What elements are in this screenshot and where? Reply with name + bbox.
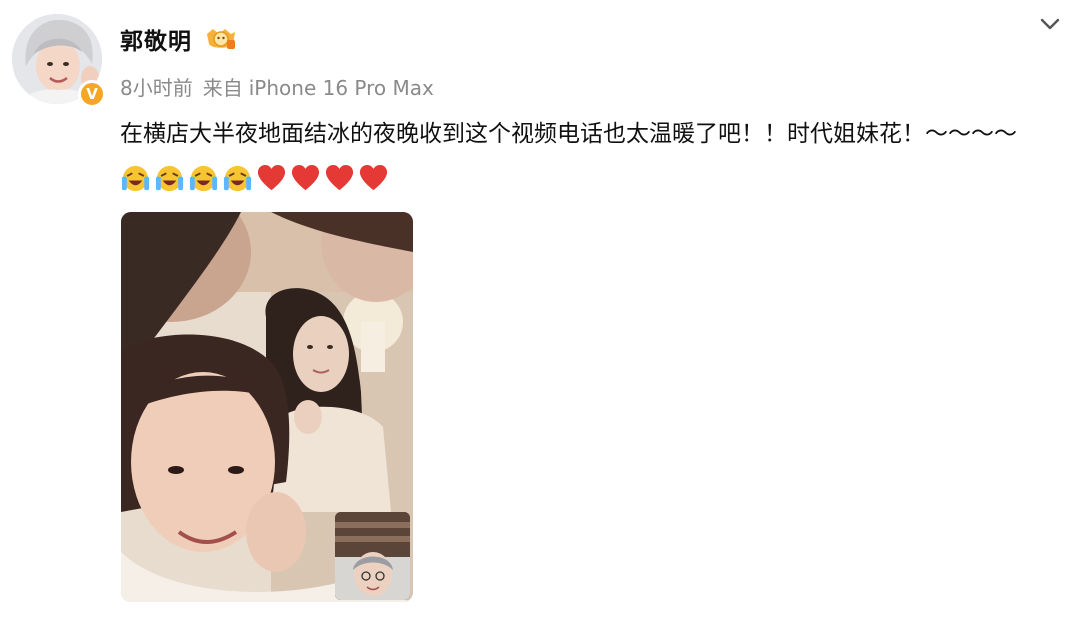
chevron-down-icon[interactable] bbox=[1038, 12, 1062, 36]
pip-self-view[interactable] bbox=[335, 512, 410, 600]
username[interactable]: 郭敬明 bbox=[120, 22, 192, 56]
laugh-cry-emoji-icon bbox=[223, 165, 252, 192]
post-text: 在横店大半夜地面结冰的夜晚收到这个视频电话也太温暖了吧！！时代姐妹花！～～～～ bbox=[120, 116, 1065, 197]
red-heart-emoji-icon bbox=[325, 164, 354, 191]
verified-letter: V bbox=[86, 85, 98, 103]
avatar-container[interactable]: V bbox=[12, 14, 106, 108]
laugh-cry-emoji-icon bbox=[121, 165, 150, 192]
verified-badge-icon: V bbox=[78, 80, 106, 108]
post-meta: 8小时前 来自 iPhone 16 Pro Max bbox=[120, 72, 434, 101]
red-heart-emoji-icon bbox=[291, 164, 320, 191]
red-heart-emoji-icon bbox=[359, 164, 388, 191]
laugh-cry-emoji-icon bbox=[155, 165, 184, 192]
weibo-post: V 郭敬明 8小时前 来自 iPhone 16 Pro Max 在横店大半夜地面结冰… bbox=[0, 0, 1080, 627]
level-badge-icon[interactable] bbox=[205, 26, 237, 52]
post-time[interactable]: 8小时前 bbox=[120, 76, 193, 100]
source-device: iPhone 16 Pro Max bbox=[248, 76, 434, 100]
emoji-row bbox=[120, 160, 392, 197]
laugh-cry-emoji-icon bbox=[189, 165, 218, 192]
source-prefix: 来自 bbox=[202, 76, 243, 100]
post-text-content: 在横店大半夜地面结冰的夜晚收到这个视频电话也太温暖了吧！！时代姐妹花！～～～～ bbox=[120, 121, 1017, 147]
red-heart-emoji-icon bbox=[257, 164, 286, 191]
